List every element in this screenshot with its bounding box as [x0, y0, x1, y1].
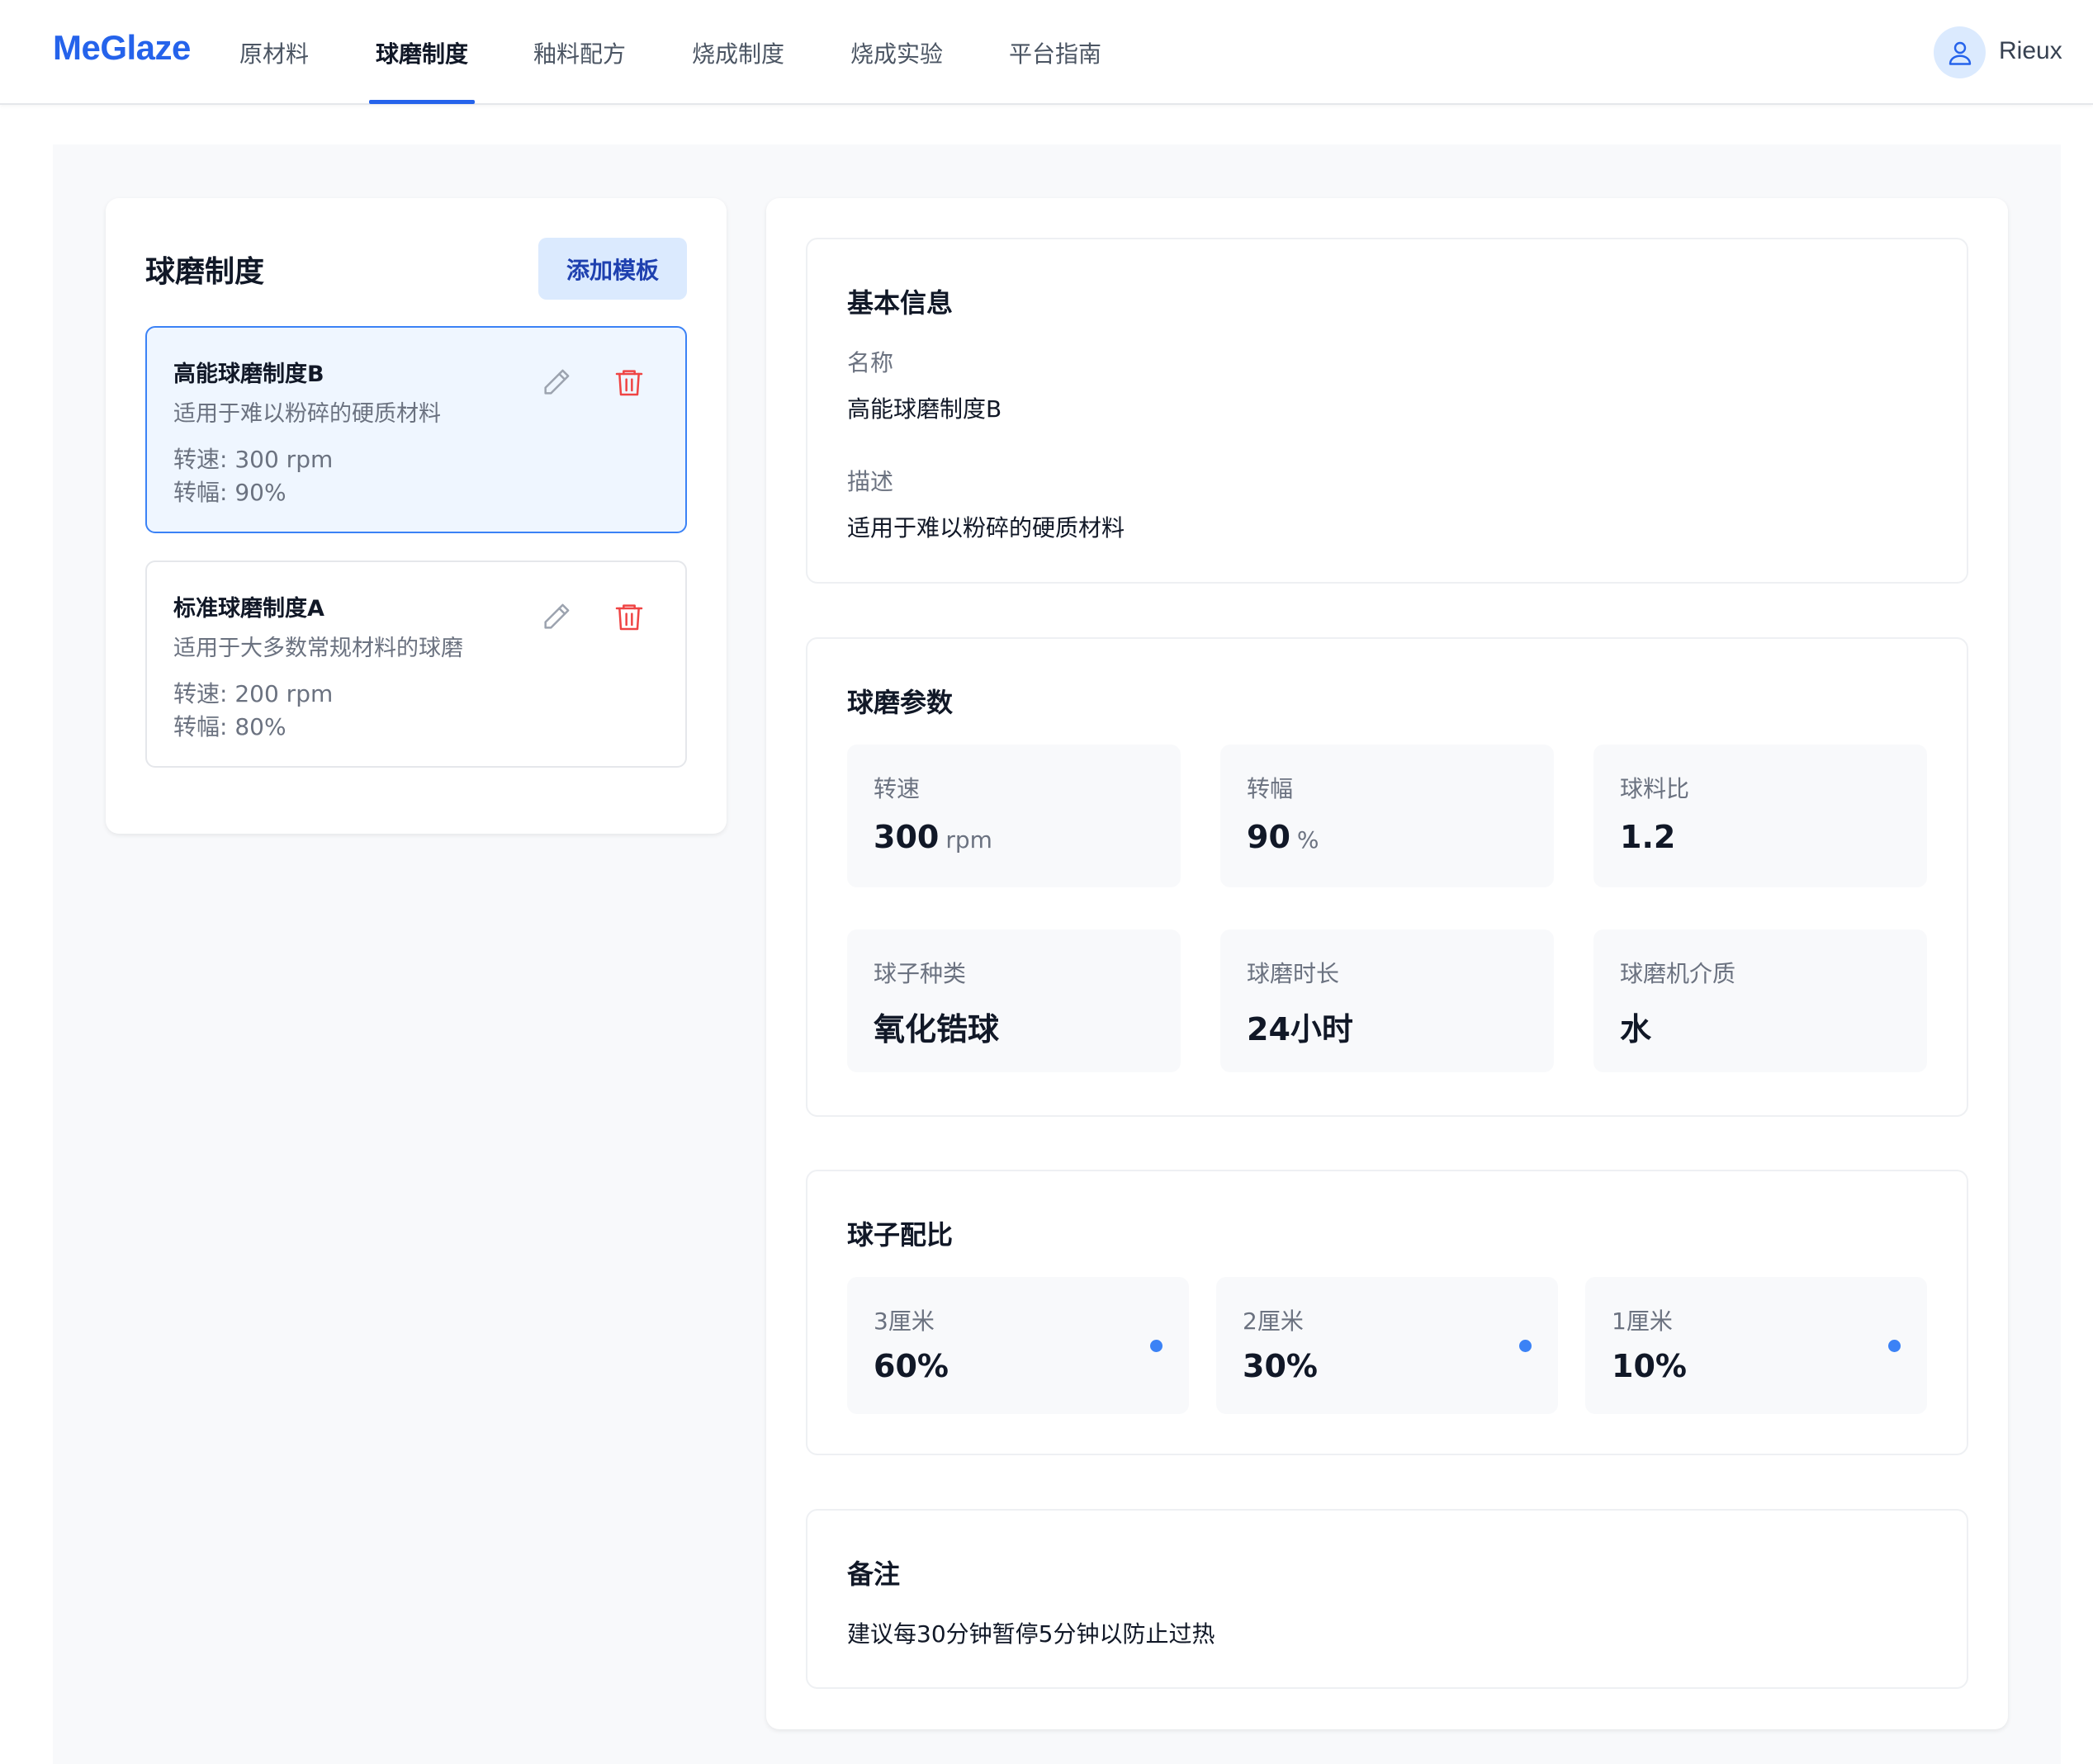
active-tab-indicator: [369, 100, 475, 104]
app-logo[interactable]: MeGlaze: [53, 28, 191, 68]
top-navigation-bar: MeGlaze 原材料 球磨制度 釉料配方 烧成制度 烧成实验 平台指南 Rie…: [0, 0, 2093, 105]
template-amplitude: 转幅: 80%: [173, 713, 286, 740]
name-label: 名称: [847, 349, 894, 376]
ball-ratio-section: 球子配比 3厘米 60% 2厘米 30% 1厘米 10%: [806, 1170, 1968, 1455]
description-value: 适用于难以粉碎的硬质材料: [847, 514, 1125, 541]
template-name: 标准球磨制度A: [173, 596, 324, 622]
nav-item-ball-milling[interactable]: 球磨制度: [376, 36, 468, 69]
ratio-value: 10%: [1612, 1348, 1687, 1384]
param-card-ball-type: 球子种类 氧化锆球: [847, 929, 1181, 1072]
ratio-card-3cm: 3厘米 60%: [847, 1277, 1189, 1414]
param-unit: rpm: [945, 826, 992, 854]
panel-title: 球磨制度: [145, 255, 265, 289]
notes-section: 备注 建议每30分钟暂停5分钟以防止过热: [806, 1509, 1968, 1689]
ratio-label: 3厘米: [874, 1308, 935, 1335]
nav-item-firing-experiments[interactable]: 烧成实验: [850, 36, 943, 69]
user-icon: [1949, 41, 1971, 65]
ratio-card-1cm: 1厘米 10%: [1585, 1277, 1927, 1414]
ratio-label: 1厘米: [1612, 1308, 1673, 1335]
section-title: 球磨参数: [847, 687, 954, 718]
template-speed: 转速: 300 rpm: [173, 446, 334, 473]
add-template-button[interactable]: 添加模板: [538, 238, 687, 300]
edit-button[interactable]: [540, 366, 573, 399]
template-speed: 转速: 200 rpm: [173, 680, 334, 707]
param-label: 转速: [874, 775, 921, 802]
param-label: 球磨机介质: [1620, 960, 1736, 987]
user-avatar[interactable]: [1934, 26, 1986, 78]
indicator-dot: [1888, 1340, 1901, 1352]
param-card-medium: 球磨机介质 水: [1593, 929, 1927, 1072]
param-card-amplitude: 转幅 90%: [1220, 745, 1554, 887]
param-card-duration: 球磨时长 24小时: [1220, 929, 1554, 1072]
trash-icon: [615, 604, 643, 631]
pencil-icon: [544, 603, 570, 629]
delete-button[interactable]: [613, 600, 646, 633]
description-label: 描述: [847, 468, 894, 495]
template-card-selected[interactable]: 高能球磨制度B 适用于难以粉碎的硬质材料 转速: 300 rpm 转幅: 90%: [145, 326, 687, 533]
notes-text: 建议每30分钟暂停5分钟以防止过热: [847, 1620, 1215, 1648]
template-description: 适用于大多数常规材料的球磨: [173, 636, 463, 661]
pencil-icon: [544, 369, 570, 395]
nav-item-platform-guide[interactable]: 平台指南: [1009, 36, 1101, 69]
indicator-dot: [1519, 1340, 1532, 1352]
ratio-value: 30%: [1243, 1348, 1318, 1384]
param-value: 24小时: [1247, 1011, 1353, 1048]
param-value: 氧化锆球: [874, 1011, 1000, 1048]
template-card[interactable]: 标准球磨制度A 适用于大多数常规材料的球磨 转速: 200 rpm 转幅: 80…: [145, 560, 687, 768]
param-label: 转幅: [1247, 775, 1294, 802]
milling-params-section: 球磨参数 转速 300 rpm 转幅 90% 球料比 1.2 球子种类 氧化锆球 …: [806, 637, 1968, 1117]
delete-button[interactable]: [613, 366, 646, 399]
param-value: 1.2: [1620, 819, 1676, 855]
template-name: 高能球磨制度B: [173, 362, 324, 387]
edit-button[interactable]: [540, 600, 573, 633]
template-amplitude: 转幅: 90%: [173, 479, 286, 506]
basic-info-section: 基本信息 名称 高能球磨制度B 描述 适用于难以粉碎的硬质材料: [806, 238, 1968, 584]
ratio-card-2cm: 2厘米 30%: [1216, 1277, 1558, 1414]
param-card-ball-ratio: 球料比 1.2: [1593, 745, 1927, 887]
user-name[interactable]: Rieux: [1999, 37, 2062, 65]
param-label: 球子种类: [874, 960, 967, 987]
param-card-speed: 转速 300 rpm: [847, 745, 1181, 887]
ratio-label: 2厘米: [1243, 1308, 1304, 1335]
ratio-value: 60%: [874, 1348, 949, 1384]
name-value: 高能球磨制度B: [847, 395, 1002, 423]
param-label: 球料比: [1620, 775, 1690, 802]
template-detail-panel: 基本信息 名称 高能球磨制度B 描述 适用于难以粉碎的硬质材料 球磨参数 转速 …: [766, 198, 2008, 1729]
nav-item-raw-materials[interactable]: 原材料: [239, 36, 309, 69]
template-list-panel: 球磨制度 添加模板 高能球磨制度B 适用于难以粉碎的硬质材料 转速: 300 r…: [106, 198, 727, 834]
nav-item-glaze-recipes[interactable]: 釉料配方: [533, 36, 626, 69]
section-title: 基本信息: [847, 287, 954, 319]
template-description: 适用于难以粉碎的硬质材料: [173, 401, 441, 427]
trash-icon: [615, 370, 643, 396]
param-value: 300 rpm: [874, 819, 992, 855]
param-value: 水: [1620, 1011, 1652, 1048]
section-title: 球子配比: [847, 1219, 954, 1251]
param-label: 球磨时长: [1247, 960, 1340, 987]
section-title: 备注: [847, 1558, 901, 1590]
param-value: 90%: [1247, 819, 1319, 855]
indicator-dot: [1150, 1340, 1163, 1352]
nav-item-firing-schedule[interactable]: 烧成制度: [692, 36, 784, 69]
param-unit: %: [1296, 826, 1319, 854]
